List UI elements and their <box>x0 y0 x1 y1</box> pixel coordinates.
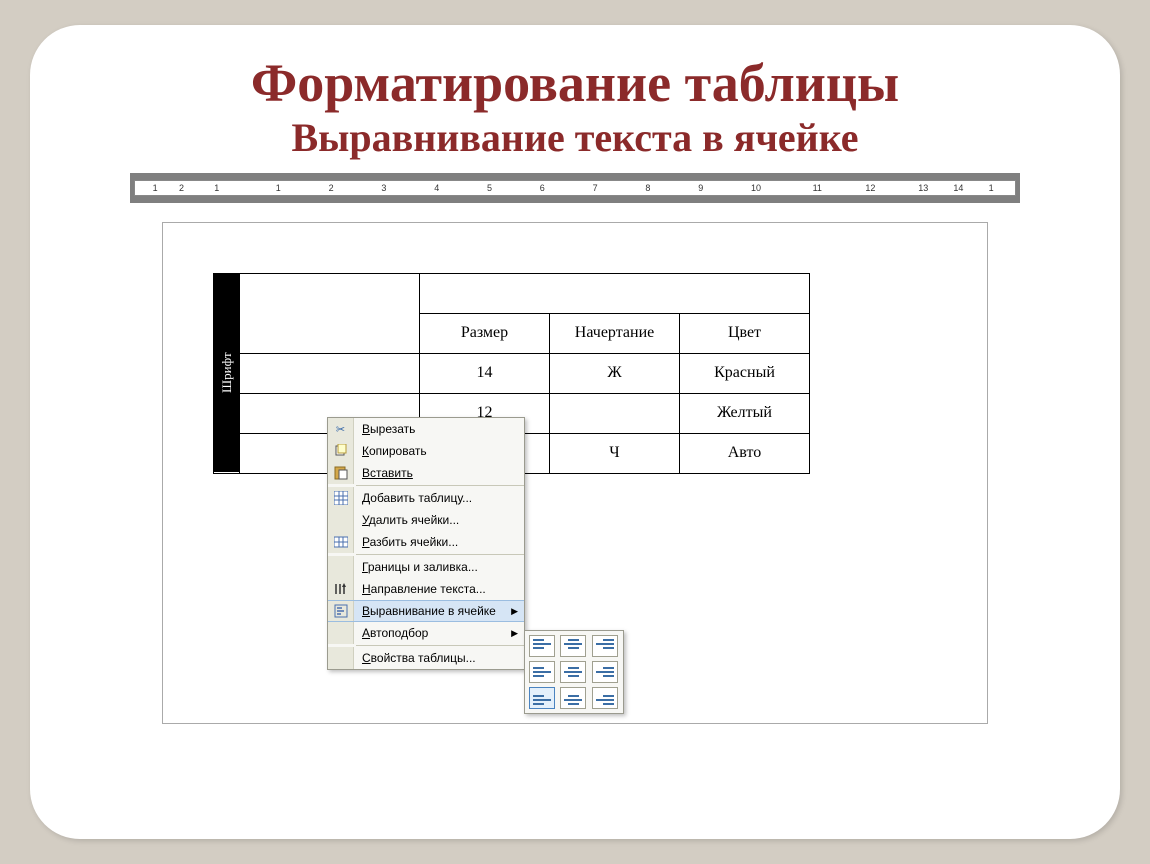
slide: Форматирование таблицы Выравнивание текс… <box>30 25 1120 839</box>
table-header-style[interactable]: Начертание <box>550 313 680 353</box>
table-cell[interactable] <box>240 353 420 393</box>
ruler-mark: 14 <box>953 183 963 193</box>
ctx-label: Разбить ячейки... <box>354 535 524 549</box>
ruler-bar: 1 2 1 1 2 3 4 5 6 7 8 9 10 11 12 13 14 1 <box>130 173 1020 203</box>
table-cell-style[interactable]: Ж <box>550 353 680 393</box>
ruler-mark: 6 <box>540 183 545 193</box>
copy-icon <box>328 440 354 462</box>
ctx-paste[interactable]: Вставить <box>328 462 524 484</box>
table-header-color[interactable]: Цвет <box>680 313 810 353</box>
align-top-center[interactable] <box>560 635 586 657</box>
ruler-mark: 1 <box>153 183 158 193</box>
paste-icon <box>328 462 354 484</box>
table-vertical-header[interactable]: Шрифт <box>214 273 240 473</box>
split-icon <box>328 531 354 553</box>
ruler-mark: 1 <box>276 183 281 193</box>
blank-icon <box>328 509 354 531</box>
align-bottom-right[interactable] <box>592 687 618 709</box>
blank-icon <box>328 556 354 578</box>
ctx-autofit[interactable]: Автоподбор ▶ <box>328 622 524 644</box>
ctx-cut[interactable]: ✂ Вырезать <box>328 418 524 440</box>
table-cell-style[interactable] <box>550 393 680 433</box>
table-cell[interactable] <box>420 273 810 313</box>
ruler-mark: 2 <box>329 183 334 193</box>
context-menu: ✂ Вырезать Копировать Вставить Добавить … <box>327 417 525 670</box>
ctx-split-cells[interactable]: Разбить ячейки... <box>328 531 524 553</box>
ctx-label: Направление текста... <box>354 582 524 596</box>
table-cell-size[interactable]: 14 <box>420 353 550 393</box>
ruler-mark: 7 <box>593 183 598 193</box>
ruler-mark: 5 <box>487 183 492 193</box>
submenu-arrow-icon: ▶ <box>511 628 518 639</box>
align-icon <box>328 601 354 621</box>
align-bottom-left[interactable] <box>529 687 555 709</box>
table-cell-color[interactable]: Красный <box>680 353 810 393</box>
ruler-mark: 10 <box>751 183 761 193</box>
ctx-cell-alignment[interactable]: Выравнивание в ячейке ▶ <box>328 600 524 622</box>
scissors-icon: ✂ <box>328 418 354 440</box>
ctx-insert-table[interactable]: Добавить таблицу... <box>328 487 524 509</box>
table-icon <box>328 487 354 509</box>
separator <box>356 554 524 555</box>
ctx-label: Добавить таблицу... <box>354 491 524 505</box>
ctx-text-direction[interactable]: Направление текста... <box>328 578 524 600</box>
separator <box>356 645 524 646</box>
align-middle-right[interactable] <box>592 661 618 683</box>
ctx-label: Границы и заливка... <box>354 560 524 574</box>
align-bottom-center[interactable] <box>560 687 586 709</box>
ctx-label: Удалить ячейки... <box>354 513 524 527</box>
ctx-borders-shading[interactable]: Границы и заливка... <box>328 556 524 578</box>
align-top-right[interactable] <box>592 635 618 657</box>
ruler-mark: 8 <box>645 183 650 193</box>
blank-icon <box>328 647 354 669</box>
ruler-mark: 12 <box>865 183 875 193</box>
ctx-delete-cells[interactable]: Удалить ячейки... <box>328 509 524 531</box>
table-cell-color[interactable]: Желтый <box>680 393 810 433</box>
ctx-copy[interactable]: Копировать <box>328 440 524 462</box>
slide-title: Форматирование таблицы <box>70 55 1080 112</box>
align-middle-left[interactable] <box>529 661 555 683</box>
ruler-mark: 9 <box>698 183 703 193</box>
ruler-mark: 3 <box>381 183 386 193</box>
table-cell[interactable] <box>240 273 420 353</box>
ruler-mark: 2 <box>179 183 184 193</box>
submenu-arrow-icon: ▶ <box>511 606 518 617</box>
ruler-mark: 11 <box>813 183 822 193</box>
ctx-label: Свойства таблицы... <box>354 651 524 665</box>
alignment-submenu <box>524 630 624 714</box>
slide-subtitle: Выравнивание текста в ячейке <box>70 114 1080 161</box>
align-middle-center[interactable] <box>560 661 586 683</box>
ruler-mark: 4 <box>434 183 439 193</box>
horizontal-ruler[interactable]: 1 2 1 1 2 3 4 5 6 7 8 9 10 11 12 13 14 1 <box>134 180 1016 196</box>
table-header-size[interactable]: Размер <box>420 313 550 353</box>
ruler-mark: 1 <box>989 183 994 193</box>
table-cell-style[interactable]: Ч <box>550 433 680 473</box>
ctx-table-properties[interactable]: Свойства таблицы... <box>328 647 524 669</box>
ruler-mark: 13 <box>918 183 928 193</box>
separator <box>356 485 524 486</box>
ctx-label: Копировать <box>354 444 524 458</box>
blank-icon <box>328 622 354 644</box>
ctx-label: Вставить <box>354 466 524 480</box>
ctx-label: Выравнивание в ячейке <box>354 604 524 618</box>
direction-icon <box>328 578 354 600</box>
ctx-label: Вырезать <box>354 422 524 436</box>
ctx-label: Автоподбор <box>354 626 524 640</box>
table-cell-color[interactable]: Авто <box>680 433 810 473</box>
align-top-left[interactable] <box>529 635 555 657</box>
ruler-mark: 1 <box>214 183 219 193</box>
